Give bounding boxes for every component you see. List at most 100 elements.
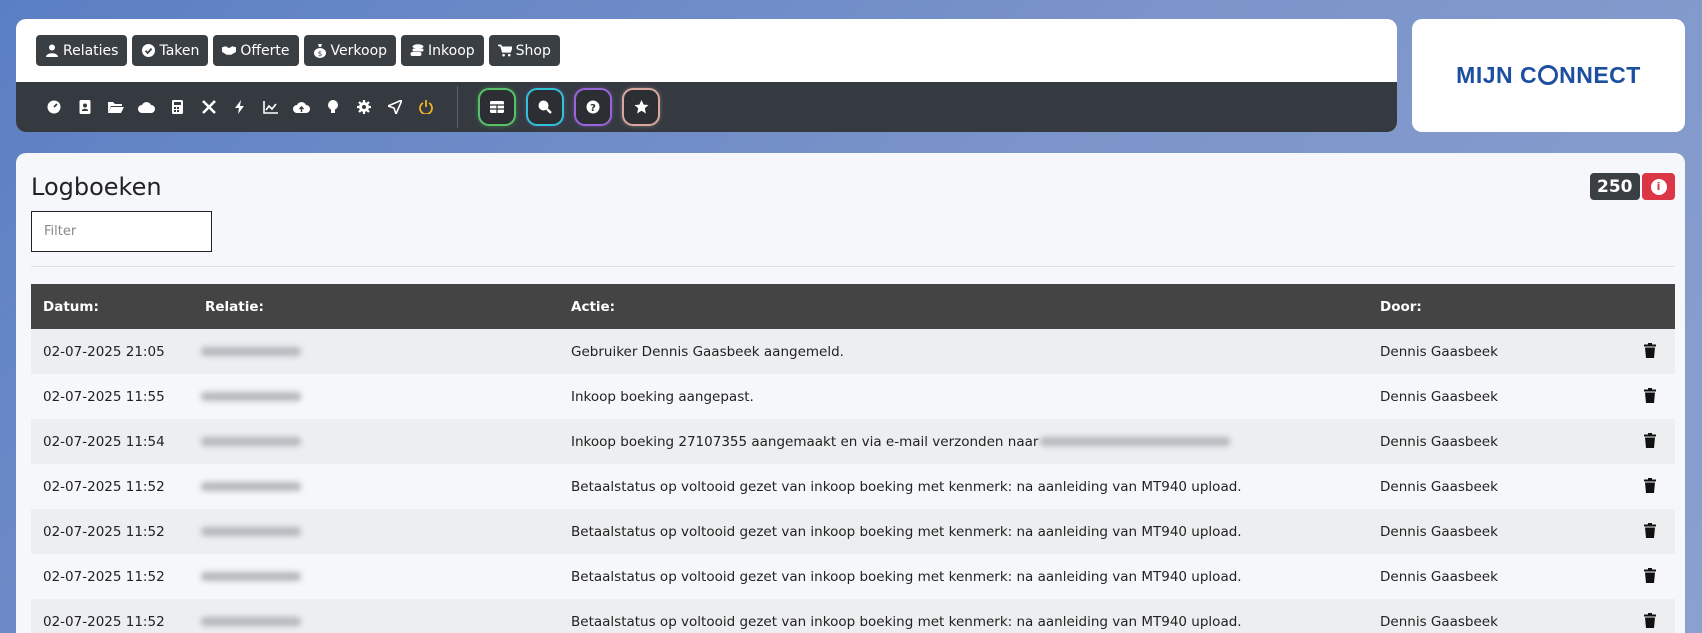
trash-icon[interactable] (1642, 431, 1658, 449)
cell-datum: 02-07-2025 11:55 (43, 388, 165, 405)
cell-actie-text: Inkoop boeking 27107355 aangemaakt en vi… (571, 433, 1039, 450)
cell-door: Dennis Gaasbeek (1380, 343, 1498, 360)
cell-relatie[interactable] (193, 329, 559, 374)
redacted-relatie (201, 437, 301, 446)
header-datum[interactable]: Datum: (31, 284, 193, 329)
nav-button-offerte[interactable]: Offerte (213, 35, 299, 66)
cloud-upload-icon[interactable] (286, 92, 317, 122)
table-row[interactable]: 02-07-2025 11:52 Betaalstatus op voltooid… (31, 464, 1675, 509)
handshake-icon (222, 44, 237, 58)
cell-relatie[interactable] (193, 554, 559, 599)
cell-actie-text: Gebruiker Dennis Gaasbeek aangemeld. (571, 343, 844, 360)
cell-datum: 02-07-2025 21:05 (43, 343, 165, 360)
logo[interactable]: MIJN C NNECT (1456, 62, 1641, 89)
header-actions (1630, 284, 1675, 329)
gear-icon[interactable] (348, 92, 379, 122)
cell-actie: Betaalstatus op voltooid gezet van inkoo… (559, 599, 1368, 633)
logbook-panel: Logboeken 250 i Datum: Relatie: Actie: D… (16, 153, 1685, 633)
nav-button-verkoop[interactable]: $ Verkoop (303, 35, 397, 66)
nav-button-label: Taken (159, 42, 200, 59)
table-row[interactable]: 02-07-2025 11:52 Betaalstatus op voltooid… (31, 554, 1675, 599)
cell-datum: 02-07-2025 11:52 (43, 523, 165, 540)
cell-actie: Betaalstatus op voltooid gezet van inkoo… (559, 509, 1368, 554)
nav-button-label: Inkoop (428, 42, 475, 59)
table-header-row: Datum: Relatie: Actie: Door: (31, 284, 1675, 329)
cell-actie: Inkoop boeking aangepast. (559, 374, 1368, 419)
filter-input[interactable] (31, 211, 212, 252)
header-door[interactable]: Door: (1368, 284, 1630, 329)
cell-datum: 02-07-2025 11:52 (43, 613, 165, 630)
calculator-icon[interactable] (162, 92, 193, 122)
redacted-email (1040, 437, 1231, 446)
cell-relatie[interactable] (193, 374, 559, 419)
table-row[interactable]: 02-07-2025 11:52 Betaalstatus op voltooid… (31, 509, 1675, 554)
search-magnify-icon[interactable] (528, 90, 562, 124)
question-icon[interactable]: ? (576, 90, 610, 124)
logbook-table: Datum: Relatie: Actie: Door: 02-07-2025 … (31, 284, 1675, 633)
trash-icon[interactable] (1642, 611, 1658, 629)
check-circle-icon (141, 44, 155, 58)
star-icon[interactable] (624, 90, 658, 124)
nav-button-taken[interactable]: Taken (132, 35, 209, 66)
cell-actie: Betaalstatus op voltooid gezet van inkoo… (559, 554, 1368, 599)
lightbulb-icon[interactable] (317, 92, 348, 122)
trash-icon[interactable] (1642, 521, 1658, 539)
cell-relatie[interactable] (193, 419, 559, 464)
table-row[interactable]: 02-07-2025 11:55 Inkoop boeking aangepast… (31, 374, 1675, 419)
folder-icon[interactable] (100, 92, 131, 122)
nav-button-label: Offerte (240, 42, 290, 59)
bolt-icon[interactable] (224, 92, 255, 122)
trash-icon[interactable] (1642, 566, 1658, 584)
address-book-icon[interactable] (69, 92, 100, 122)
cell-datum: 02-07-2025 11:52 (43, 478, 165, 495)
cell-actions (1630, 509, 1675, 554)
table-row[interactable]: 02-07-2025 11:52 Betaalstatus op voltooid… (31, 599, 1675, 633)
cell-datum: 02-07-2025 11:54 (43, 433, 165, 450)
cell-actie: Betaalstatus op voltooid gezet van inkoo… (559, 464, 1368, 509)
svg-text:?: ? (590, 103, 596, 114)
logo-text-end: NNECT (1559, 62, 1641, 88)
nav-module-bar: Relaties Taken Offerte $ Verkoop Inkoop … (16, 19, 1397, 82)
chart-line-icon[interactable] (255, 92, 286, 122)
tools-icon[interactable] (193, 92, 224, 122)
power-icon[interactable] (410, 92, 441, 122)
redacted-relatie (201, 617, 301, 626)
table-row[interactable]: 02-07-2025 11:54 Inkoop boeking 27107355 … (31, 419, 1675, 464)
header-actie[interactable]: Actie: (559, 284, 1368, 329)
nav-button-inkoop[interactable]: Inkoop (401, 35, 484, 66)
cell-actie-text: Inkoop boeking aangepast. (571, 388, 754, 405)
cell-actions (1630, 464, 1675, 509)
nav-toolbar: ? (16, 82, 1397, 132)
money-bag-icon: $ (313, 43, 327, 58)
cell-actie: Gebruiker Dennis Gaasbeek aangemeld. (559, 329, 1368, 374)
dashboard-icon[interactable] (38, 92, 69, 122)
redacted-relatie (201, 527, 301, 536)
nav-button-label: Relaties (63, 42, 119, 59)
cell-door: Dennis Gaasbeek (1380, 523, 1498, 540)
redacted-relatie (201, 482, 301, 491)
coins-icon (410, 44, 424, 58)
trash-icon[interactable] (1642, 341, 1658, 359)
info-button[interactable]: i (1642, 173, 1675, 200)
logo-o-icon (1538, 65, 1559, 85)
logo-text-start: MIJN C (1456, 62, 1538, 88)
cell-relatie[interactable] (193, 509, 559, 554)
toolbar-divider (457, 86, 458, 128)
table-icon[interactable] (480, 90, 514, 124)
cell-actions (1630, 419, 1675, 464)
trash-icon[interactable] (1642, 476, 1658, 494)
send-icon[interactable] (379, 92, 410, 122)
cell-relatie[interactable] (193, 599, 559, 633)
svg-text:$: $ (317, 50, 321, 58)
header-relatie[interactable]: Relatie: (193, 284, 559, 329)
redacted-relatie (201, 572, 301, 581)
trash-icon[interactable] (1642, 386, 1658, 404)
cloud-icon[interactable] (131, 92, 162, 122)
cell-actie-text: Betaalstatus op voltooid gezet van inkoo… (571, 613, 1242, 630)
nav-button-shop[interactable]: Shop (488, 35, 560, 66)
cell-actions (1630, 554, 1675, 599)
nav-button-relaties[interactable]: Relaties (36, 35, 128, 66)
table-row[interactable]: 02-07-2025 21:05 Gebruiker Dennis Gaasbee… (31, 329, 1675, 374)
cell-relatie[interactable] (193, 464, 559, 509)
redacted-relatie (201, 347, 301, 356)
